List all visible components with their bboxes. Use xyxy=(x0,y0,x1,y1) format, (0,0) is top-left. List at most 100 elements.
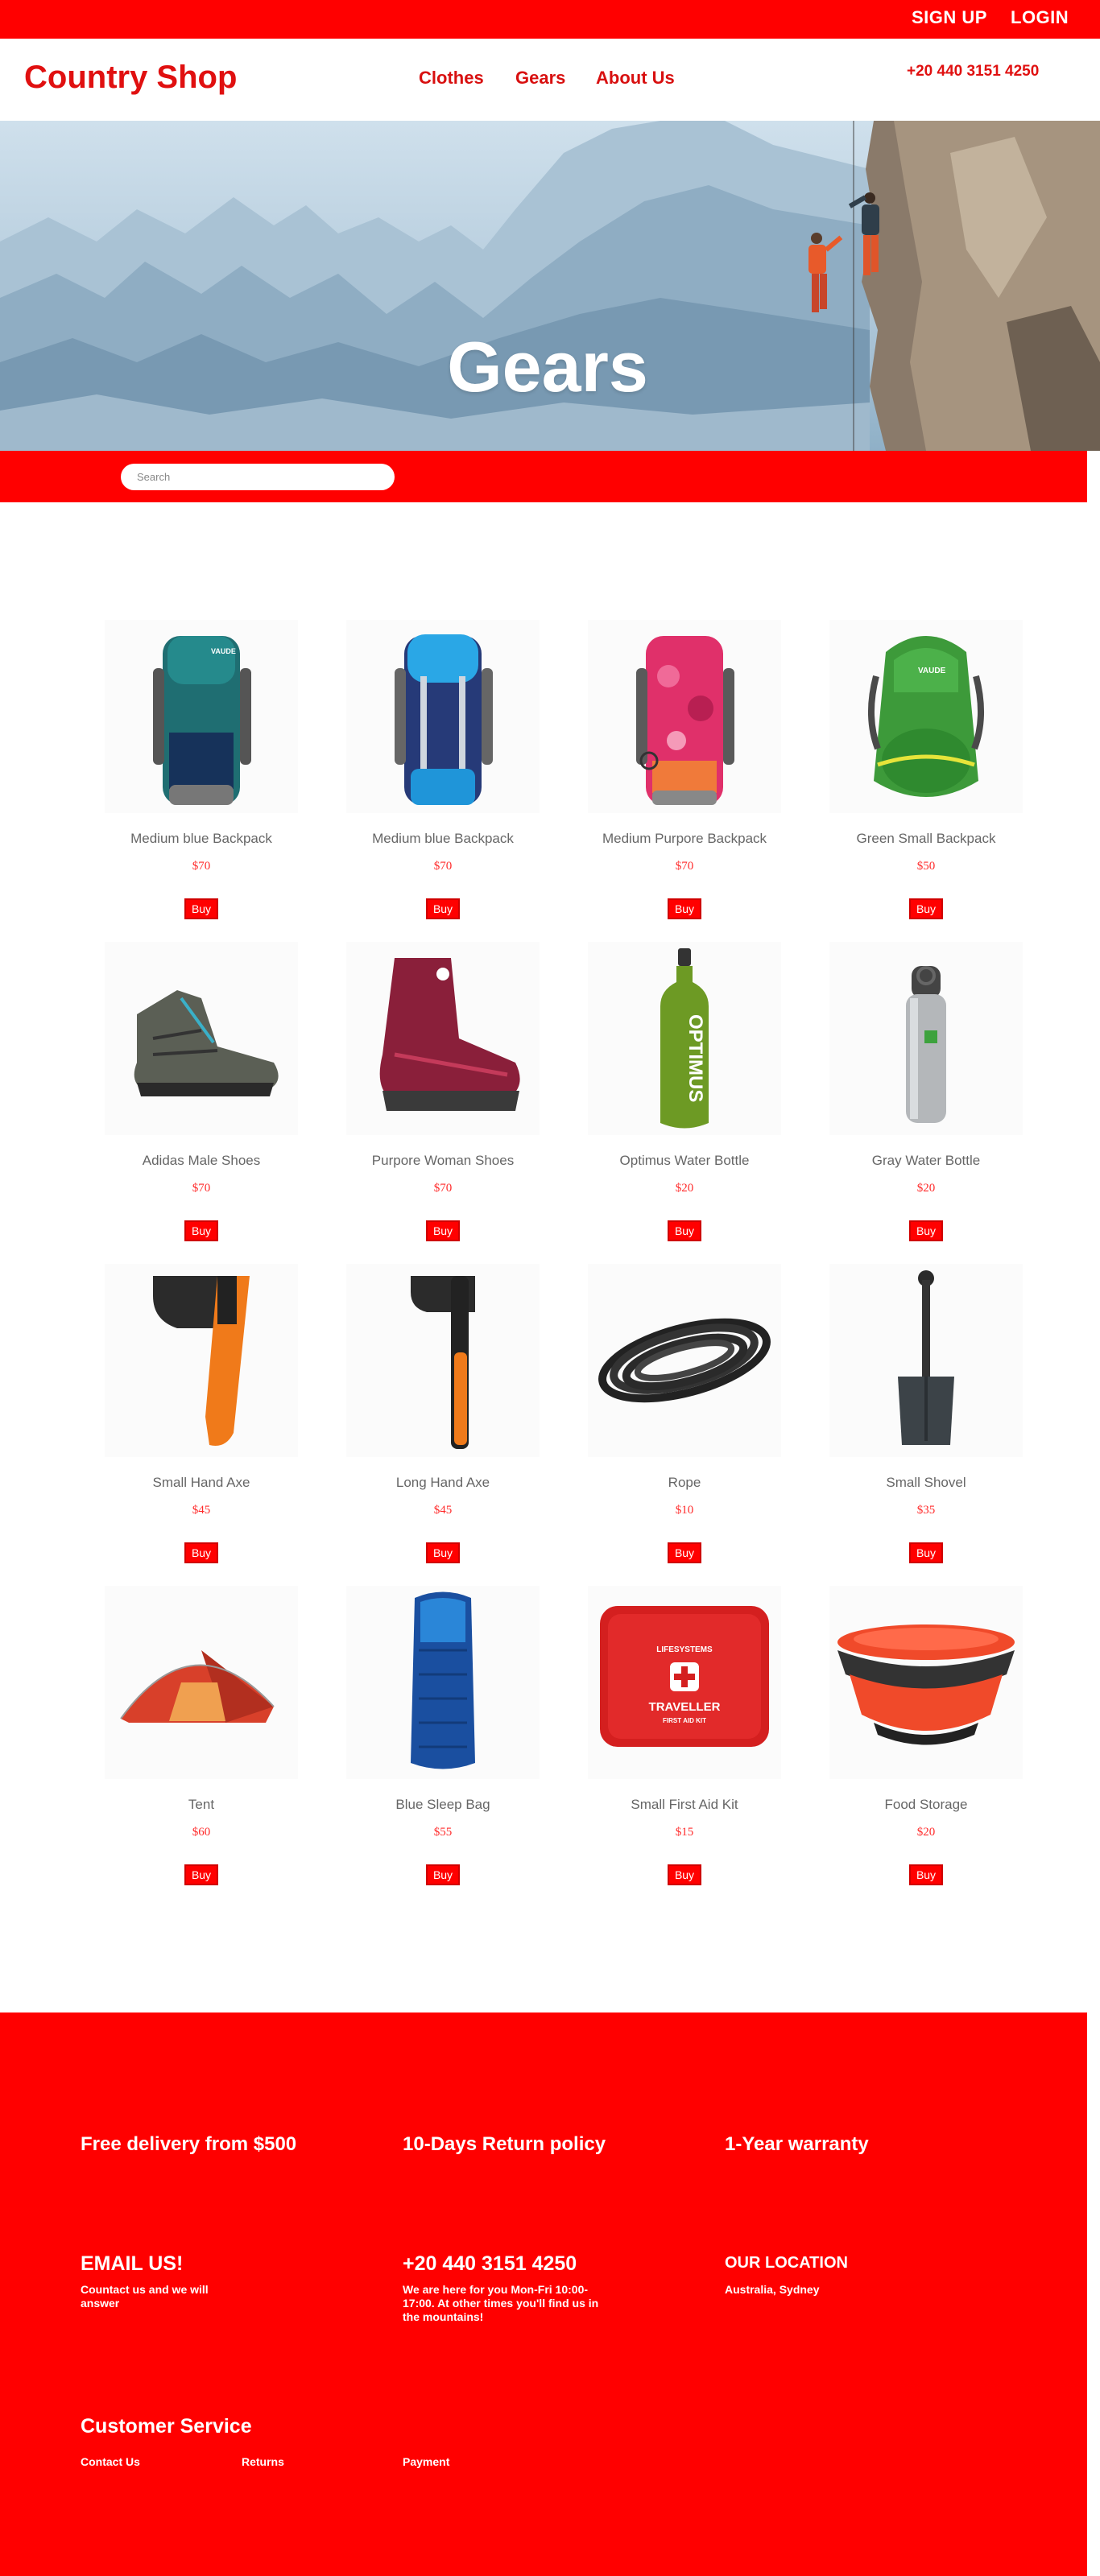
product-price: $45 xyxy=(433,1504,453,1517)
footer-phone-title: +20 440 3151 4250 xyxy=(403,2252,577,2275)
product-name[interactable]: Medium Purpore Backpack xyxy=(588,831,781,847)
product-name[interactable]: Medium blue Backpack xyxy=(105,831,298,847)
product-price: $15 xyxy=(675,1826,694,1839)
nav-about-us[interactable]: About Us xyxy=(596,68,675,89)
shoe-image xyxy=(134,990,279,1096)
buy-button[interactable]: Buy xyxy=(184,1864,219,1885)
product-price: $70 xyxy=(192,860,211,873)
product-card: Purpore Woman Shoes $70 Buy xyxy=(346,942,540,1241)
product-image[interactable] xyxy=(588,1264,781,1457)
product-name[interactable]: Food Storage xyxy=(829,1797,1023,1813)
product-price: $55 xyxy=(433,1826,453,1839)
product-price: $50 xyxy=(916,860,936,873)
bottle-image: OPTIMUS xyxy=(660,948,709,1129)
search-input[interactable] xyxy=(121,464,395,490)
main-nav: Country Shop Clothes Gears About Us +20 … xyxy=(0,39,1100,121)
backpack-brand: VAUDE xyxy=(918,667,946,675)
hero-banner: Gears xyxy=(0,121,1100,451)
backpack-brand: VAUDE xyxy=(211,647,236,655)
product-name[interactable]: Long Hand Axe xyxy=(346,1475,540,1491)
product-image[interactable] xyxy=(346,1586,540,1779)
product-card: Food Storage $20 Buy xyxy=(829,1586,1023,1885)
bottle-image xyxy=(906,966,946,1123)
tent-image xyxy=(120,1650,275,1723)
buy-button[interactable]: Buy xyxy=(908,1864,944,1885)
product-image[interactable] xyxy=(346,1264,540,1457)
buy-button[interactable]: Buy xyxy=(184,1220,219,1241)
product-name[interactable]: Green Small Backpack xyxy=(829,831,1023,847)
product-price: $35 xyxy=(916,1504,936,1517)
product-name[interactable]: Gray Water Bottle xyxy=(829,1153,1023,1169)
nav-clothes[interactable]: Clothes xyxy=(419,68,484,89)
product-image[interactable] xyxy=(105,1264,298,1457)
buy-button[interactable]: Buy xyxy=(425,898,461,919)
nav-gears[interactable]: Gears xyxy=(515,68,565,89)
buy-button[interactable]: Buy xyxy=(425,1542,461,1563)
sign-up-link[interactable]: SIGN UP xyxy=(912,7,987,28)
bottle-brand: OPTIMUS xyxy=(684,1014,706,1102)
buy-button[interactable]: Buy xyxy=(184,898,219,919)
buy-button[interactable]: Buy xyxy=(667,1220,702,1241)
product-name[interactable]: Small First Aid Kit xyxy=(588,1797,781,1813)
axe-image xyxy=(153,1276,250,1446)
footer-link-returns[interactable]: Returns xyxy=(242,2455,284,2469)
buy-button[interactable]: Buy xyxy=(667,1542,702,1563)
product-card: LIFESYSTEMS TRAVELLER FIRST AID KIT Smal… xyxy=(588,1586,781,1885)
product-card: Rope $10 Buy xyxy=(588,1264,781,1563)
product-card: Tent $60 Buy xyxy=(105,1586,298,1885)
product-image[interactable] xyxy=(105,1586,298,1779)
perk-warranty: 1-Year warranty xyxy=(725,2133,869,2155)
product-name[interactable]: Tent xyxy=(105,1797,298,1813)
product-name[interactable]: Small Hand Axe xyxy=(105,1475,298,1491)
buy-button[interactable]: Buy xyxy=(908,898,944,919)
product-name[interactable]: Purpore Woman Shoes xyxy=(346,1153,540,1169)
perk-free-delivery: Free delivery from $500 xyxy=(81,2133,297,2155)
product-card: Small Hand Axe $45 Buy xyxy=(105,1264,298,1563)
product-name[interactable]: Adidas Male Shoes xyxy=(105,1153,298,1169)
product-price: $20 xyxy=(675,1182,694,1195)
food-storage-image xyxy=(837,1624,1015,1745)
buy-button[interactable]: Buy xyxy=(425,1220,461,1241)
firstaid-brand: LIFESYSTEMS xyxy=(656,1645,713,1654)
product-image[interactable] xyxy=(588,620,781,813)
footer: Free delivery from $500 10-Days Return p… xyxy=(0,2013,1087,2576)
product-image[interactable]: VAUDE xyxy=(105,620,298,813)
product-image[interactable] xyxy=(829,942,1023,1135)
product-name[interactable]: Small Shovel xyxy=(829,1475,1023,1491)
product-image[interactable]: LIFESYSTEMS TRAVELLER FIRST AID KIT xyxy=(588,1586,781,1779)
footer-link-contact-us[interactable]: Contact Us xyxy=(81,2455,140,2469)
buy-button[interactable]: Buy xyxy=(908,1220,944,1241)
product-price: $70 xyxy=(675,860,694,873)
product-image[interactable]: VAUDE xyxy=(829,620,1023,813)
product-price: $20 xyxy=(916,1182,936,1195)
product-name[interactable]: Rope xyxy=(588,1475,781,1491)
buy-button[interactable]: Buy xyxy=(667,1864,702,1885)
product-image[interactable] xyxy=(829,1264,1023,1457)
buy-button[interactable]: Buy xyxy=(667,898,702,919)
rope-image xyxy=(598,1318,771,1403)
product-image[interactable] xyxy=(346,620,540,813)
product-name[interactable]: Optimus Water Bottle xyxy=(588,1153,781,1169)
buy-button[interactable]: Buy xyxy=(908,1542,944,1563)
product-image[interactable] xyxy=(346,942,540,1135)
login-link[interactable]: LOGIN xyxy=(1011,7,1069,28)
product-image[interactable]: OPTIMUS xyxy=(588,942,781,1135)
product-name[interactable]: Blue Sleep Bag xyxy=(346,1797,540,1813)
site-logo[interactable]: Country Shop xyxy=(24,60,237,96)
backpack-image: VAUDE xyxy=(868,636,984,797)
product-card: Medium blue Backpack $70 Buy xyxy=(346,620,540,919)
buy-button[interactable]: Buy xyxy=(184,1542,219,1563)
sleeping-bag-image xyxy=(411,1591,475,1769)
buy-button[interactable]: Buy xyxy=(425,1864,461,1885)
axe-image xyxy=(411,1276,475,1449)
product-card: VAUDE Medium blue Backpack $70 Buy xyxy=(105,620,298,919)
hero-title: Gears xyxy=(447,327,648,407)
first-aid-kit-image: LIFESYSTEMS TRAVELLER FIRST AID KIT xyxy=(600,1606,769,1747)
product-name[interactable]: Medium blue Backpack xyxy=(346,831,540,847)
product-image[interactable] xyxy=(829,1586,1023,1779)
backpack-image: VAUDE xyxy=(153,636,251,805)
footer-link-payment[interactable]: Payment xyxy=(403,2455,449,2469)
footer-phone-text: We are here for you Mon-Fri 10:00-17:00.… xyxy=(403,2283,599,2323)
product-image[interactable] xyxy=(105,942,298,1135)
shoe-image xyxy=(379,958,520,1111)
